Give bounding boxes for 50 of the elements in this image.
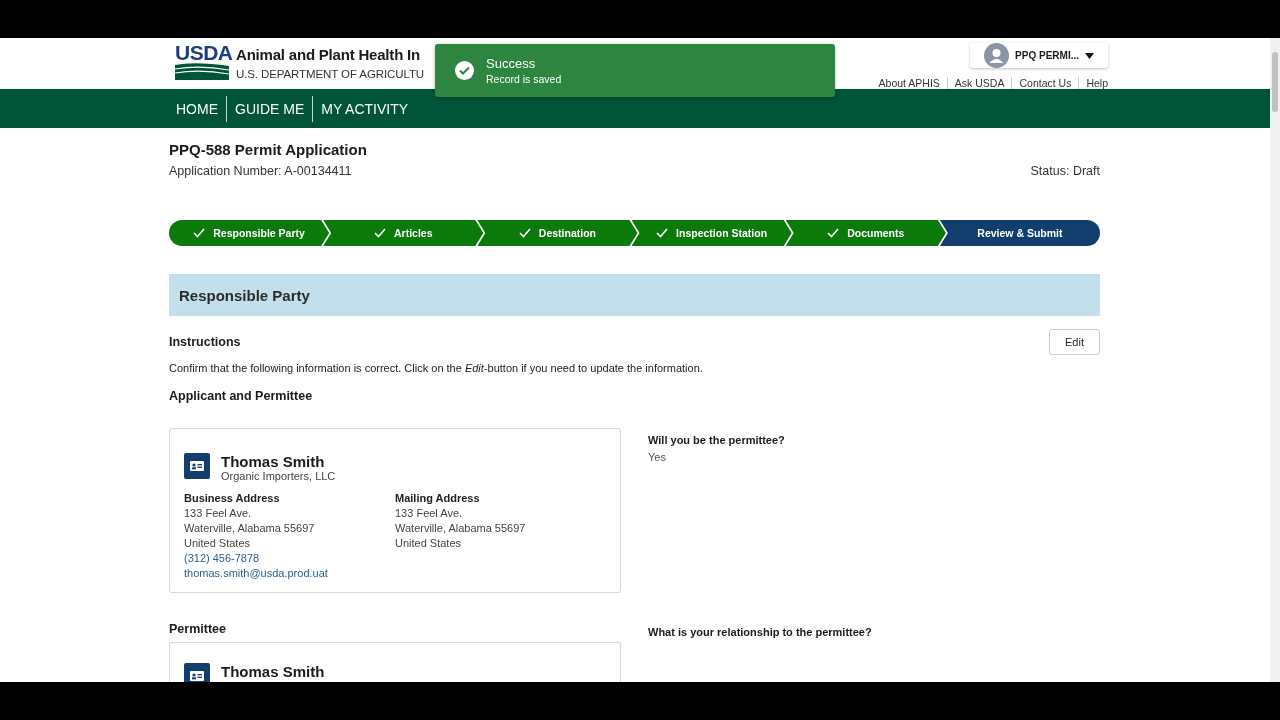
address-line: 133 Feel Ave.: [395, 507, 464, 519]
contact-name: Thomas Smith: [221, 453, 326, 470]
check-icon: [193, 228, 206, 238]
progress-step[interactable]: Review & Submit: [939, 220, 1101, 246]
application-number: Application Number: A-00134411: [169, 164, 353, 178]
header-link[interactable]: About APHIS: [871, 77, 947, 89]
address-title: Business Address: [184, 492, 281, 504]
progress-step[interactable]: Documents: [785, 220, 946, 246]
edit-button[interactable]: Edit: [1049, 329, 1100, 355]
instructions-text: Confirm that the following information is correct. Click on the Edit-button if you need to update the information.: [169, 362, 704, 374]
answer-text: Yes: [648, 451, 667, 463]
phone-link[interactable]: (312) 456-7878: [184, 552, 395, 564]
progress-step[interactable]: Articles: [323, 220, 484, 246]
department-name: U.S. DEPARTMENT OF AGRICULTU: [236, 68, 425, 80]
caret-icon: [1085, 52, 1094, 59]
permittee-label: Permittee: [169, 622, 226, 636]
progress-step[interactable]: Responsible Party: [169, 220, 330, 246]
address-line: United States: [184, 537, 252, 549]
contact-name: Thomas Smith: [221, 663, 325, 680]
toast-message: Record is saved: [486, 73, 562, 85]
avatar-icon: [984, 43, 1010, 68]
status-text: Status: Draft: [1030, 164, 1100, 178]
email-link[interactable]: thomas.smith@usda.prod.uat: [184, 567, 395, 579]
page-title: PPQ-588 Permit Application: [169, 141, 367, 158]
progress-step[interactable]: Inspection Station: [631, 220, 792, 246]
nav-link[interactable]: MY ACTIVITY: [312, 95, 417, 122]
address-title: Mailing Address: [395, 492, 481, 504]
check-icon: [374, 228, 386, 238]
check-icon: [518, 228, 531, 238]
address-line: Waterville, Alabama 55697: [395, 522, 527, 534]
progress-step[interactable]: Destination: [477, 220, 638, 246]
check-icon: [827, 228, 840, 238]
id-card-icon: [184, 453, 210, 479]
question-label: Will you be the permittee?: [648, 434, 786, 446]
nav-link[interactable]: HOME: [168, 95, 226, 122]
check-icon: [656, 228, 669, 238]
subsection-title: Applicant and Permittee: [169, 389, 314, 403]
instructions-label: Instructions: [169, 335, 241, 349]
nav-link[interactable]: GUIDE ME: [226, 95, 313, 122]
address-line: 133 Feel Ave.: [184, 507, 253, 519]
user-menu[interactable]: PPQ PERMI...: [970, 43, 1108, 68]
section-header: Responsible Party: [169, 274, 1100, 316]
address-line: Waterville, Alabama 55697: [184, 522, 316, 534]
toast-title: Success: [486, 56, 537, 71]
address-line: United States: [395, 537, 463, 549]
company-name: Organic Importers, LLC: [221, 470, 336, 482]
check-circle-icon: [455, 61, 474, 80]
question-label: What is your relationship to the permittee?: [648, 626, 873, 638]
logo-hills-icon: [175, 63, 229, 80]
agency-name: Animal and Plant Health In: [236, 45, 421, 65]
